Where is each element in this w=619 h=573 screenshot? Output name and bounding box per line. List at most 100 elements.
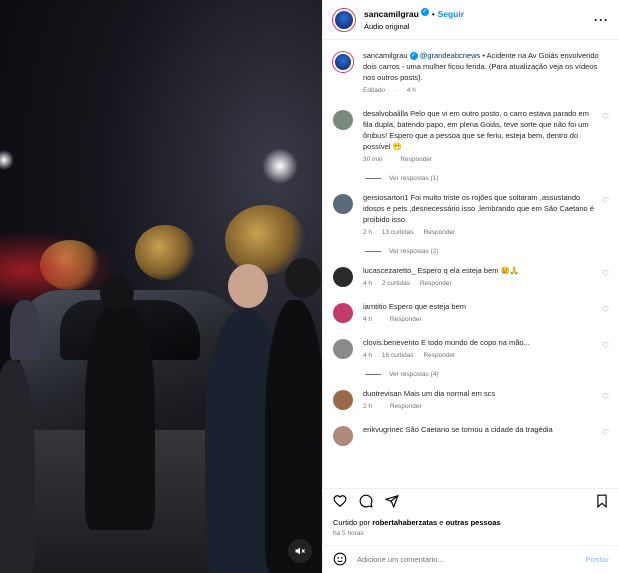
header-username[interactable]: sancamilgrau: [364, 9, 419, 19]
liked-prefix: Curtido por: [333, 518, 373, 527]
comment-time[interactable]: 2 h: [363, 229, 372, 236]
bystander: [265, 300, 322, 573]
verified-icon: ✓: [409, 52, 418, 61]
comment: desalvobalilla Pelo que vi em outro post…: [333, 108, 609, 165]
comment-username[interactable]: duotrevisan: [363, 389, 402, 398]
reply-button[interactable]: Responder: [420, 280, 452, 287]
heart-icon: ♡: [601, 196, 609, 205]
reply-button[interactable]: Responder: [390, 403, 422, 410]
replies-divider: [365, 251, 381, 252]
view-replies-button[interactable]: Ver respostas (4): [365, 371, 609, 378]
comments-list[interactable]: sancamilgrau ✓ @grandeabcnews • Acidente …: [323, 40, 619, 488]
header-meta: sancamilgrau ✓ • Seguir Áudio original: [364, 7, 594, 33]
liked-others[interactable]: outras pessoas: [446, 518, 501, 527]
replies-divider: [365, 178, 381, 179]
avatar[interactable]: [333, 52, 353, 72]
comment-item: iamtitio Espero que esteja bem 4 h Respo…: [333, 301, 609, 325]
comment-thread: desalvobalilla Pelo que vi em outro post…: [333, 108, 609, 448]
reply-button[interactable]: Responder: [400, 156, 432, 163]
comment: lucascezaretto_ Espero q ela esteja bem …: [333, 265, 609, 289]
comment-like-button[interactable]: ♡: [595, 301, 609, 325]
liked-user[interactable]: robertahaberzatas: [372, 518, 437, 527]
comment-time[interactable]: 4 h: [363, 316, 372, 323]
caption: sancamilgrau ✓ @grandeabcnews • Acidente …: [333, 50, 609, 96]
comment-input[interactable]: Adicione um comentário...: [357, 555, 586, 564]
comment-likes[interactable]: 13 curtidas: [382, 229, 414, 236]
verified-icon: ✓: [420, 8, 429, 17]
heart-icon: ♡: [601, 341, 609, 350]
view-replies-button[interactable]: Ver respostas (1): [365, 175, 609, 182]
avatar[interactable]: [333, 194, 353, 214]
comment-text: Espero q ela esteja bem 😢🙏: [417, 266, 520, 275]
comment-like-button[interactable]: ♡: [595, 192, 609, 238]
heart-icon: ♡: [601, 112, 609, 121]
speaker-muted-icon: [295, 547, 305, 555]
save-button[interactable]: [595, 494, 609, 513]
audio-label[interactable]: Áudio original: [364, 21, 594, 33]
more-horizontal-icon: ···: [594, 12, 609, 27]
separator: •: [431, 9, 435, 19]
comment-like-button[interactable]: ♡: [595, 337, 609, 361]
bookmark-icon: [597, 494, 607, 509]
view-replies-button[interactable]: Ver respostas (2): [365, 248, 609, 255]
send-icon: [384, 494, 399, 509]
avatar[interactable]: [333, 8, 355, 31]
comment-username[interactable]: gersiosartori1: [363, 193, 408, 202]
mention-link[interactable]: @grandeabcnews: [420, 51, 481, 60]
emoji-button[interactable]: [333, 552, 347, 568]
more-options-button[interactable]: ···: [594, 13, 609, 27]
street-lamp: [262, 148, 298, 184]
comment-like-button[interactable]: ♡: [595, 108, 609, 165]
bystander: [10, 300, 40, 360]
reply-button[interactable]: Responder: [423, 229, 455, 236]
avatar[interactable]: [333, 339, 353, 359]
comment-button[interactable]: [359, 494, 373, 513]
comment-item: gersiosartori1 Foi muito triste os rojõe…: [333, 192, 609, 255]
avatar[interactable]: [333, 267, 353, 287]
comment-body: erikvugrinec São Caetano se tornou a cid…: [363, 424, 595, 448]
replies-divider: [365, 374, 381, 375]
caption-body: sancamilgrau ✓ @grandeabcnews • Acidente …: [363, 50, 609, 96]
comment-time[interactable]: 4 h: [363, 352, 372, 359]
comment-item: erikvugrinec São Caetano se tornou a cid…: [333, 424, 609, 448]
comment-body: lucascezaretto_ Espero q ela esteja bem …: [363, 265, 595, 289]
comment-like-button[interactable]: ♡: [595, 424, 609, 448]
liked-suffix: e: [437, 518, 446, 527]
mute-button[interactable]: [288, 539, 312, 563]
avatar[interactable]: [333, 390, 353, 410]
avatar[interactable]: [333, 426, 353, 446]
comment-likes[interactable]: 2 curtidas: [382, 280, 410, 287]
comment-username[interactable]: iamtitio: [363, 302, 387, 311]
comment-like-button[interactable]: ♡: [595, 265, 609, 289]
avatar[interactable]: [333, 110, 353, 130]
comment: iamtitio Espero que esteja bem 4 h Respo…: [333, 301, 609, 325]
comment-username[interactable]: lucascezaretto_: [363, 266, 416, 275]
caption-username[interactable]: sancamilgrau: [363, 51, 408, 60]
action-bar: [323, 488, 619, 518]
reply-button[interactable]: Responder: [423, 352, 455, 359]
comment-time[interactable]: 30 min: [363, 156, 383, 163]
post-timestamp[interactable]: há 5 horas: [323, 527, 619, 537]
comment-footer: 4 h Responder: [363, 314, 595, 325]
like-button[interactable]: [333, 494, 347, 513]
comment-username[interactable]: erikvugrinec: [363, 425, 403, 434]
comment-text: Mais um dia normal em scs: [403, 389, 496, 398]
post-comment-button[interactable]: Postar: [586, 555, 609, 564]
comment-time[interactable]: 2 h: [363, 403, 372, 410]
post-viewer: sancamilgrau ✓ • Seguir Áudio original ··· …: [0, 0, 619, 573]
comment-body: iamtitio Espero que esteja bem 4 h Respo…: [363, 301, 595, 325]
follow-button[interactable]: Seguir: [438, 9, 464, 19]
comment-username[interactable]: clovis.benevento: [363, 338, 419, 347]
heart-icon: ♡: [601, 392, 609, 401]
video-player[interactable]: [0, 0, 322, 573]
comment-likes[interactable]: 16 curtidas: [382, 352, 414, 359]
share-button[interactable]: [384, 494, 399, 513]
reply-button[interactable]: Responder: [390, 316, 422, 323]
comment-footer: 30 min Responder: [363, 154, 595, 165]
tree: [135, 225, 195, 280]
comment-like-button[interactable]: ♡: [595, 388, 609, 412]
avatar[interactable]: [333, 303, 353, 323]
comment-body: gersiosartori1 Foi muito triste os rojõe…: [363, 192, 595, 238]
comment-username[interactable]: desalvobalilla: [363, 109, 408, 118]
comment-time[interactable]: 4 h: [363, 280, 372, 287]
